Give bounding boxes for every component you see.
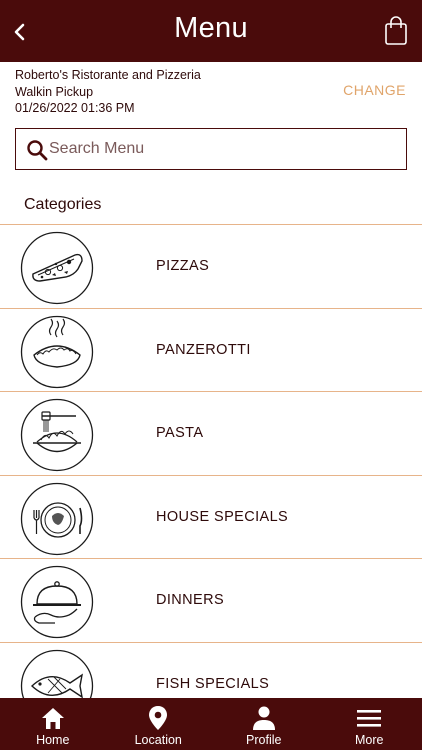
category-item-dinners[interactable]: DINNERS [0, 558, 422, 642]
person-icon [252, 706, 275, 730]
order-datetime: 01/26/2022 01:36 PM [15, 101, 135, 115]
bottom-nav: Home Location Profile More [0, 698, 422, 750]
nav-location-label: Location [134, 733, 182, 747]
nav-more[interactable]: More [317, 698, 422, 750]
house-specials-icon [20, 482, 94, 555]
category-label: DINNERS [156, 592, 225, 609]
nav-profile[interactable]: Profile [211, 698, 317, 750]
cart-button[interactable] [384, 16, 408, 46]
page-title: Menu [174, 12, 248, 44]
change-button[interactable]: CHANGE [343, 82, 406, 98]
nav-location[interactable]: Location [106, 698, 212, 750]
category-label: FISH SPECIALS [156, 675, 270, 692]
app-header: Menu [0, 0, 422, 62]
pizza-icon [20, 231, 94, 305]
home-icon [41, 708, 64, 729]
nav-profile-label: Profile [246, 733, 282, 747]
category-label: PASTA [156, 425, 204, 442]
nav-more-label: More [355, 733, 384, 747]
location-pin-icon [149, 706, 168, 730]
search-icon [27, 140, 48, 161]
search-input[interactable] [49, 129, 389, 168]
category-label: PIZZAS [156, 258, 210, 274]
order-info: Roberto's Ristorante and Pizzeria Walkin… [15, 67, 201, 117]
category-item-panzerotti[interactable]: PANZEROTTI [0, 307, 422, 392]
restaurant-name: Roberto's Ristorante and Pizzeria [15, 68, 201, 82]
order-type: Walkin Pickup [15, 84, 94, 99]
categories-heading: Categories [24, 196, 102, 213]
category-item-house-specials[interactable]: HOUSE SPECIALS [0, 474, 422, 559]
shopping-bag-icon [385, 16, 407, 45]
cloche-icon [20, 566, 94, 639]
nav-home[interactable]: Home [0, 698, 106, 750]
pasta-icon [20, 399, 94, 472]
panzerotti-icon [20, 315, 94, 388]
category-label: HOUSE SPECIALS [156, 508, 289, 525]
category-label: PANZEROTTI [156, 341, 251, 358]
hamburger-menu-icon [357, 710, 382, 727]
nav-home-label: Home [36, 733, 70, 747]
category-item-pizzas[interactable]: PIZZAS [0, 224, 422, 308]
category-list: PIZZAS PANZEROTTI PASTA HOUSE SPECIALS D… [0, 224, 422, 726]
category-item-pasta[interactable]: PASTA [0, 391, 422, 475]
search-bar[interactable] [15, 128, 407, 170]
